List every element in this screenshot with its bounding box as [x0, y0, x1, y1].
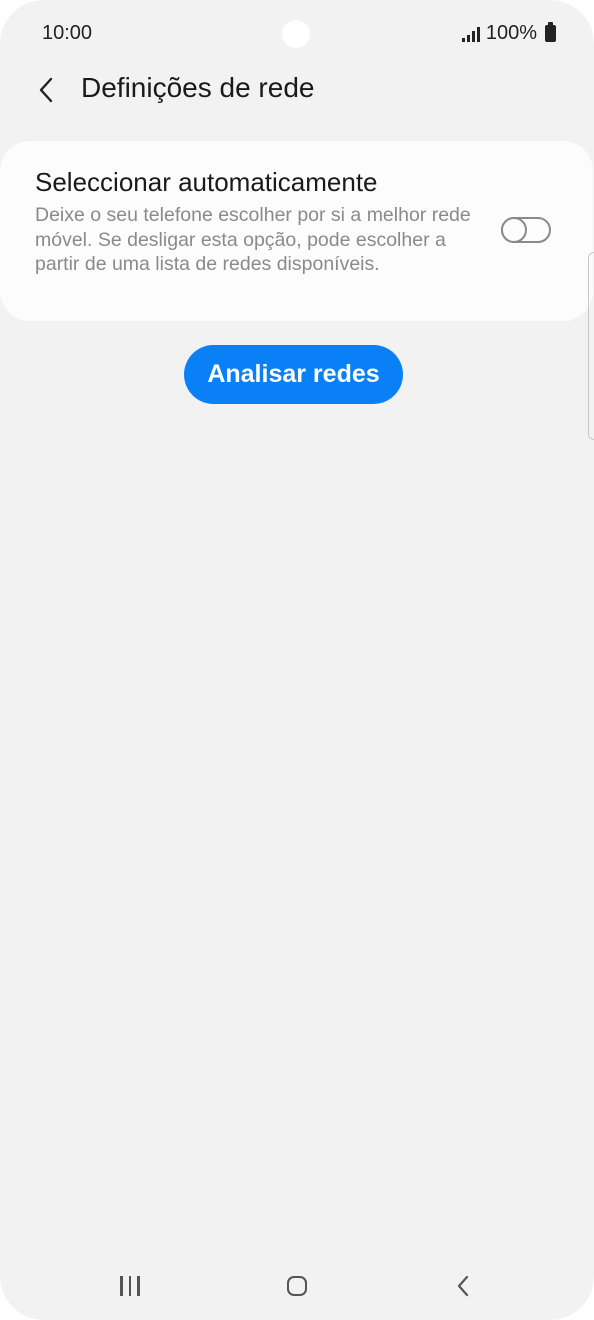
camera-cutout [282, 20, 310, 48]
scan-networks-button[interactable]: Analisar redes [184, 345, 403, 404]
recents-icon [120, 1276, 140, 1296]
page-title: Definições de rede [81, 72, 315, 103]
home-icon [287, 1276, 307, 1296]
back-icon [457, 1275, 469, 1297]
battery-percentage: 100% [485, 22, 537, 44]
nav-back-button[interactable] [433, 1268, 493, 1304]
toggle-knob [501, 217, 527, 243]
scroll-indicator [588, 252, 594, 440]
back-button[interactable] [28, 72, 64, 108]
setting-description: Deixe o seu telefone escolher por si a m… [35, 204, 471, 275]
setting-title: Seleccionar automaticamente [35, 167, 378, 197]
phone-screen: 10:00 100% Definições de rede Selecciona… [0, 0, 594, 1320]
auto-select-toggle[interactable] [501, 217, 551, 243]
signal-icon [461, 26, 480, 42]
home-button[interactable] [267, 1268, 327, 1304]
battery-icon [545, 22, 556, 42]
status-icons: 100% [461, 22, 556, 45]
recents-button[interactable] [100, 1268, 160, 1304]
navigation-bar [0, 1250, 594, 1320]
chevron-left-icon [39, 77, 53, 103]
auto-select-setting[interactable]: Seleccionar automaticamente Deixe o seu … [0, 141, 593, 321]
app-bar: Definições de rede [0, 68, 594, 114]
status-bar: 10:00 100% [0, 0, 594, 68]
status-time: 10:00 [42, 22, 93, 44]
